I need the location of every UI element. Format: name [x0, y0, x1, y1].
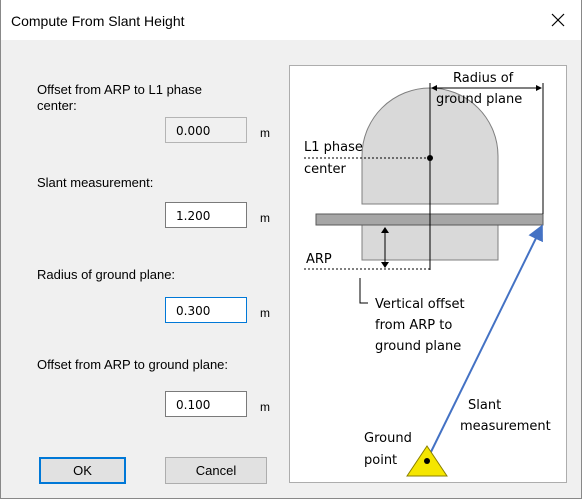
- close-icon: [551, 13, 565, 27]
- offset-l1-field[interactable]: 0.000: [165, 117, 247, 143]
- offset-gp-field[interactable]: 0.100: [165, 391, 247, 417]
- vertical-offset-label-line1: Vertical offset: [375, 297, 465, 312]
- radius-field[interactable]: 0.300: [165, 297, 247, 323]
- offset-l1-unit: m: [260, 126, 270, 140]
- radius-label-line1: Radius of: [453, 71, 514, 86]
- radius-unit: m: [260, 306, 270, 320]
- ground-point-label-line2: point: [364, 453, 397, 468]
- slant-label-line1: Slant: [468, 398, 501, 413]
- cancel-button[interactable]: Cancel: [165, 457, 267, 484]
- slant-field[interactable]: 1.200: [165, 202, 247, 228]
- vertical-offset-label-line3: ground plane: [375, 339, 461, 354]
- slant-label-line2: measurement: [460, 419, 551, 434]
- slant-label: Slant measurement:: [37, 175, 154, 190]
- l1-label-line2: center: [304, 162, 346, 177]
- ground-point-label-line1: Ground: [364, 431, 412, 446]
- vertical-offset-label-line2: from ARP to: [375, 318, 452, 333]
- close-button[interactable]: [535, 0, 581, 40]
- title-bar: Compute From Slant Height: [1, 0, 581, 40]
- l1-label-line1: L1 phase: [304, 140, 363, 155]
- antenna-diagram: Radius of ground plane L1 phase center A…: [289, 65, 567, 483]
- radius-label-line2: ground plane: [436, 92, 522, 107]
- radius-label: Radius of ground plane:: [37, 267, 176, 282]
- arp-label: ARP: [306, 252, 332, 267]
- ground-point-dot: [424, 458, 430, 464]
- slant-unit: m: [260, 211, 270, 225]
- offset-l1-label: Offset from ARP to L1 phase center:: [37, 82, 203, 113]
- dialog-title: Compute From Slant Height: [11, 13, 185, 29]
- offset-gp-unit: m: [260, 400, 270, 414]
- vertical-offset-leader: [359, 278, 368, 304]
- vertical-offset-arrow-down: [381, 262, 389, 268]
- antenna-diagram-svg: Radius of ground plane L1 phase center A…: [304, 71, 551, 477]
- compute-slant-dialog: Compute From Slant Height Offset from AR…: [0, 0, 582, 499]
- ok-button[interactable]: OK: [39, 457, 126, 484]
- offset-gp-label: Offset from ARP to ground plane:: [37, 357, 229, 372]
